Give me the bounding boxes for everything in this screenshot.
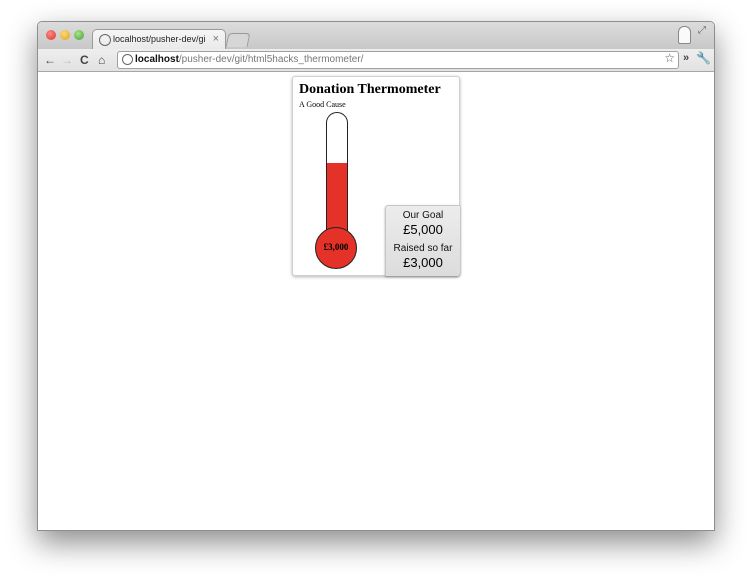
donation-thermometer-widget: Donation Thermometer A Good Cause £3,000… (292, 76, 460, 276)
close-window-button[interactable] (46, 30, 56, 40)
browser-window: localhost/pusher-dev/git/html5hacks_ther… (37, 21, 715, 531)
bookmark-star-icon[interactable]: ☆ (664, 51, 675, 65)
address-bar[interactable]: localhost/pusher-dev/git/html5hacks_ther… (117, 51, 679, 69)
browser-toolbar: ← → C ⌂ localhost/pusher-dev/git/html5ha… (38, 49, 714, 72)
profile-icon[interactable] (678, 26, 691, 44)
new-tab-button[interactable] (225, 33, 251, 47)
back-button[interactable]: ← (44, 52, 56, 68)
tab-strip: localhost/pusher-dev/git/html5hacks_ther… (38, 22, 714, 50)
reload-button[interactable]: C (80, 52, 89, 68)
url-host: localhost (135, 54, 179, 65)
site-globe-icon (122, 54, 133, 65)
fullscreen-icon[interactable]: ⤢ (698, 25, 706, 36)
overflow-chevron-icon[interactable]: » (683, 52, 689, 64)
address-url[interactable]: localhost/pusher-dev/git/html5hacks_ther… (135, 53, 363, 67)
goal-info-box: Our Goal £5,000 Raised so far £3,000 (385, 205, 460, 276)
zoom-window-button[interactable] (74, 30, 84, 40)
minimize-window-button[interactable] (60, 30, 70, 40)
widget-subtitle: A Good Cause (299, 100, 346, 109)
wrench-menu-icon[interactable]: 🔧 (696, 51, 711, 65)
tab-active[interactable]: localhost/pusher-dev/git/html5hacks_ther… (92, 29, 226, 50)
thermometer-tube (326, 112, 348, 239)
tab-title: localhost/pusher-dev/git/html5hacks_ther… (113, 34, 205, 44)
forward-button[interactable]: → (61, 52, 73, 68)
url-path: /pusher-dev/git/html5hacks_thermometer/ (178, 54, 364, 65)
page-globe-icon (99, 34, 111, 46)
widget-title: Donation Thermometer (299, 82, 441, 97)
raised-label: Raised so far (393, 243, 453, 254)
tab-close-icon[interactable]: × (213, 32, 219, 46)
raised-value: £3,000 (403, 255, 443, 270)
home-button[interactable]: ⌂ (98, 52, 105, 68)
bulb-amount-label: £3,000 (323, 242, 349, 252)
goal-label: Our Goal (402, 210, 444, 221)
goal-value: £5,000 (403, 222, 443, 237)
page-viewport: Donation Thermometer A Good Cause £3,000… (38, 72, 714, 530)
thermometer-bulb: £3,000 (315, 227, 357, 269)
